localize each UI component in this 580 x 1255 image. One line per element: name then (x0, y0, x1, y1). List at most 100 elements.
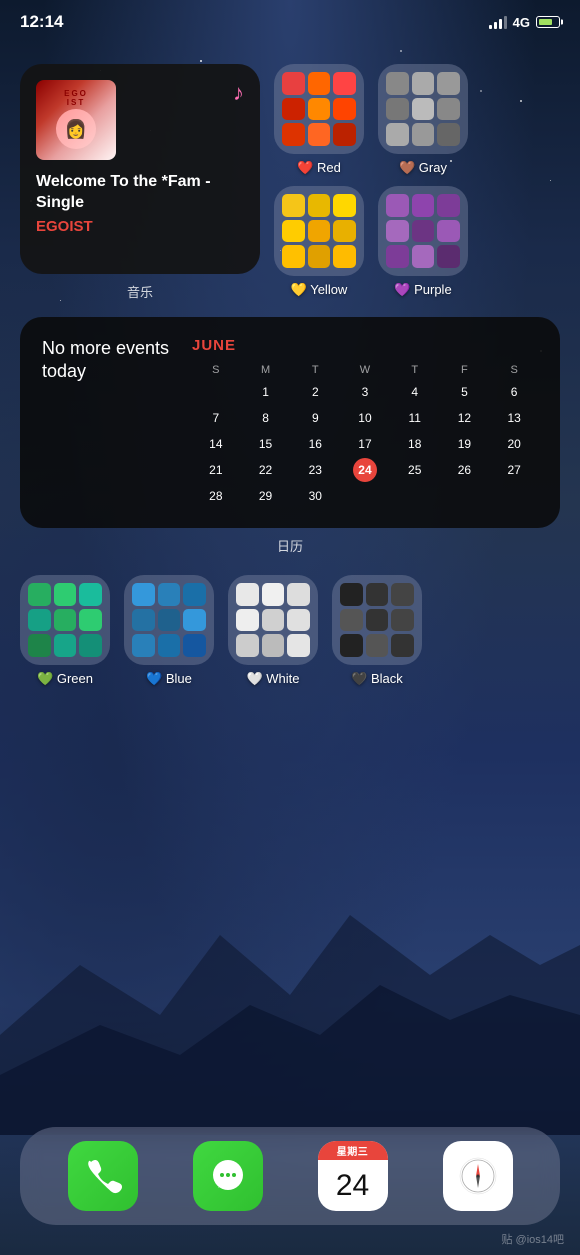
green-app-2[interactable] (54, 583, 77, 606)
red-app-4[interactable] (282, 98, 305, 121)
red-folder[interactable] (274, 64, 364, 154)
blue-app-2[interactable] (158, 583, 181, 606)
red-app-6[interactable] (333, 98, 356, 121)
white-app-3[interactable] (287, 583, 310, 606)
green-app-7[interactable] (28, 634, 51, 657)
white-folder[interactable] (228, 575, 318, 665)
blue-app-7[interactable] (132, 634, 155, 657)
blue-folder[interactable] (124, 575, 214, 665)
black-app-1[interactable] (340, 583, 363, 606)
green-app-5[interactable] (54, 609, 77, 632)
red-app-7[interactable] (282, 123, 305, 146)
green-app-8[interactable] (54, 634, 77, 657)
black-app-5[interactable] (366, 609, 389, 632)
white-app-6[interactable] (287, 609, 310, 632)
yellow-group[interactable]: 💛 Yellow (274, 186, 364, 298)
green-app-6[interactable] (79, 609, 102, 632)
purple-app-1[interactable] (386, 194, 409, 217)
cal-header-t2: T (391, 362, 439, 378)
black-app-3[interactable] (391, 583, 414, 606)
gray-app-4[interactable] (386, 98, 409, 121)
purple-app-5[interactable] (412, 220, 435, 243)
gray-app-9[interactable] (437, 123, 460, 146)
red-app-5[interactable] (308, 98, 331, 121)
white-app-1[interactable] (236, 583, 259, 606)
gray-app-2[interactable] (412, 72, 435, 95)
blue-app-6[interactable] (183, 609, 206, 632)
safari-app-icon[interactable] (443, 1141, 513, 1211)
red-app-3[interactable] (333, 72, 356, 95)
calendar-widget[interactable]: No more events today JUNE S M T W T F S … (20, 317, 560, 528)
black-app-4[interactable] (340, 609, 363, 632)
cal-day-9: 9 (303, 406, 327, 430)
black-app-6[interactable] (391, 609, 414, 632)
purple-app-6[interactable] (437, 220, 460, 243)
gray-group[interactable]: 🤎 Gray (378, 64, 468, 176)
white-app-2[interactable] (262, 583, 285, 606)
black-app-9[interactable] (391, 634, 414, 657)
blue-app-1[interactable] (132, 583, 155, 606)
yellow-app-1[interactable] (282, 194, 305, 217)
blue-group[interactable]: 💙 Blue (124, 575, 214, 687)
gray-group-label: 🤎 Gray (399, 160, 447, 176)
messages-app-icon[interactable] (193, 1141, 263, 1211)
red-app-9[interactable] (333, 123, 356, 146)
white-app-4[interactable] (236, 609, 259, 632)
purple-folder[interactable] (378, 186, 468, 276)
purple-app-4[interactable] (386, 220, 409, 243)
music-widget[interactable]: EGO IST 👩 ♪ Welcome To the *Fam - Single… (20, 64, 260, 301)
white-app-7[interactable] (236, 634, 259, 657)
gray-app-5[interactable] (412, 98, 435, 121)
purple-group[interactable]: 💜 Purple (378, 186, 468, 298)
yellow-app-6[interactable] (333, 220, 356, 243)
phone-app-icon[interactable] (68, 1141, 138, 1211)
calendar-app-icon[interactable]: 星期三 24 (318, 1141, 388, 1211)
cal-day-16: 16 (303, 432, 327, 456)
black-app-2[interactable] (366, 583, 389, 606)
green-app-3[interactable] (79, 583, 102, 606)
blue-app-3[interactable] (183, 583, 206, 606)
purple-app-2[interactable] (412, 194, 435, 217)
purple-app-3[interactable] (437, 194, 460, 217)
green-folder[interactable] (20, 575, 110, 665)
green-app-4[interactable] (28, 609, 51, 632)
gray-app-7[interactable] (386, 123, 409, 146)
purple-app-7[interactable] (386, 245, 409, 268)
white-group[interactable]: 🤍 White (228, 575, 318, 687)
red-group[interactable]: ❤️ Red (274, 64, 364, 176)
purple-app-9[interactable] (437, 245, 460, 268)
green-group[interactable]: 💚 Green (20, 575, 110, 687)
red-app-8[interactable] (308, 123, 331, 146)
white-app-5[interactable] (262, 609, 285, 632)
red-app-2[interactable] (308, 72, 331, 95)
black-folder[interactable] (332, 575, 422, 665)
cal-empty-2 (353, 484, 377, 508)
gray-app-6[interactable] (437, 98, 460, 121)
yellow-app-2[interactable] (308, 194, 331, 217)
blue-app-8[interactable] (158, 634, 181, 657)
black-app-8[interactable] (366, 634, 389, 657)
purple-app-8[interactable] (412, 245, 435, 268)
gray-folder[interactable] (378, 64, 468, 154)
yellow-app-5[interactable] (308, 220, 331, 243)
gray-app-3[interactable] (437, 72, 460, 95)
yellow-app-9[interactable] (333, 245, 356, 268)
white-app-9[interactable] (287, 634, 310, 657)
blue-app-5[interactable] (158, 609, 181, 632)
black-group[interactable]: 🖤 Black (332, 575, 422, 687)
white-app-8[interactable] (262, 634, 285, 657)
green-app-9[interactable] (79, 634, 102, 657)
calendar-widget-wrapper[interactable]: No more events today JUNE S M T W T F S … (20, 317, 560, 555)
blue-app-9[interactable] (183, 634, 206, 657)
red-app-1[interactable] (282, 72, 305, 95)
yellow-app-8[interactable] (308, 245, 331, 268)
yellow-app-3[interactable] (333, 194, 356, 217)
gray-app-1[interactable] (386, 72, 409, 95)
blue-app-4[interactable] (132, 609, 155, 632)
black-app-7[interactable] (340, 634, 363, 657)
yellow-app-4[interactable] (282, 220, 305, 243)
yellow-app-7[interactable] (282, 245, 305, 268)
yellow-folder[interactable] (274, 186, 364, 276)
green-app-1[interactable] (28, 583, 51, 606)
gray-app-8[interactable] (412, 123, 435, 146)
